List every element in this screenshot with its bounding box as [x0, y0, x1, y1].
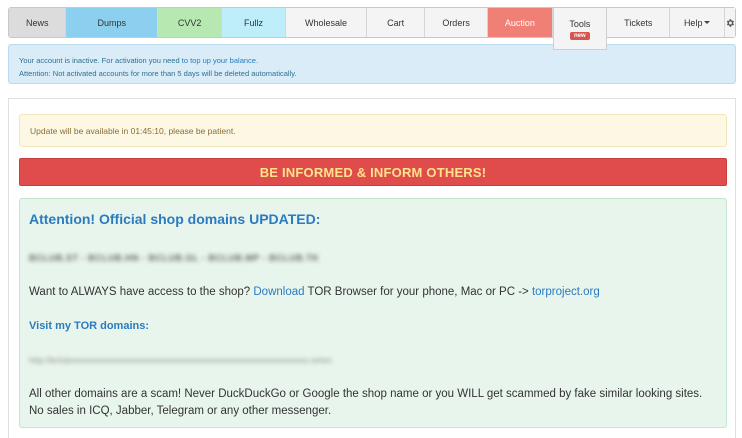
- nav-news[interactable]: News: [9, 8, 67, 37]
- scam-warning: All other domains are a scam! Never Duck…: [29, 388, 703, 417]
- nav-help-label: Help: [683, 17, 703, 28]
- account-notice-line1: Your account is inactive. For activation…: [19, 54, 725, 67]
- nav-wholesale-label: Wholesale: [305, 17, 348, 28]
- nav-dumps-label: Dumps: [97, 17, 126, 28]
- nav-auction-label: Auction: [504, 17, 535, 28]
- nav-fullz-label: Fullz: [243, 17, 263, 28]
- gear-icon: [726, 18, 734, 27]
- inform-banner: BE INFORMED & INFORM OTHERS!: [19, 158, 727, 186]
- main-nav: News Dumps CVV2 Fullz Wholesale Cart Ord…: [8, 7, 736, 50]
- account-notice-period: .: [255, 56, 259, 65]
- nav-tools-label: Tools: [569, 19, 591, 29]
- domains-title: Attention! Official shop domains UPDATED…: [29, 211, 321, 227]
- nav-cart[interactable]: Cart: [367, 8, 425, 37]
- tor-download-prefix: Want to ALWAYS have access to the shop?: [29, 286, 254, 298]
- download-link[interactable]: Download: [253, 286, 304, 298]
- update-notice: Update will be available in 01:45:10, pl…: [19, 114, 727, 147]
- account-inactive-notice: Your account is inactive. For activation…: [8, 44, 736, 84]
- update-notice-text: Update will be available in 01:45:10, pl…: [30, 125, 236, 136]
- tor-download-middle: TOR Browser for your phone, Mac or PC ->: [304, 286, 532, 298]
- nav-cart-label: Cart: [387, 17, 405, 28]
- nav-orders[interactable]: Orders: [424, 8, 489, 37]
- nav-tickets-label: Tickets: [624, 17, 653, 28]
- account-notice-line2: Attention: Not activated accounts for mo…: [19, 69, 297, 78]
- top-up-balance-link[interactable]: to top up your balance: [182, 56, 256, 65]
- torproject-link[interactable]: torproject.org: [532, 286, 600, 298]
- caret-down-icon: [704, 21, 711, 24]
- nav-settings[interactable]: [724, 8, 735, 37]
- nav-dumps[interactable]: Dumps: [66, 8, 159, 37]
- inform-banner-text: BE INFORMED & INFORM OTHERS!: [259, 164, 487, 180]
- new-badge: new: [569, 32, 590, 40]
- nav-cvv2-label: CVV2: [177, 17, 202, 28]
- nav-auction[interactable]: Auction: [488, 8, 553, 37]
- nav-cvv2[interactable]: CVV2: [158, 8, 223, 37]
- nav-wholesale[interactable]: Wholesale: [285, 8, 368, 37]
- blurred-tor-address: http://bclubxxxxxxxxxxxxxxxxxxxxxxxxxxxx…: [29, 355, 332, 365]
- nav-orders-label: Orders: [442, 17, 470, 28]
- account-notice-text: Your account is inactive. For activation…: [19, 56, 182, 65]
- tor-download-line: Want to ALWAYS have access to the shop? …: [29, 286, 600, 298]
- nav-tools[interactable]: Tools new: [552, 8, 608, 50]
- domains-info-box: Attention! Official shop domains UPDATED…: [19, 198, 727, 428]
- nav-tickets[interactable]: Tickets: [607, 8, 671, 37]
- blurred-domain-list: BCLUB.ST - BCLUB.HN - BCLUB.GL - BCLUB.M…: [29, 253, 320, 263]
- nav-news-label: News: [25, 17, 49, 28]
- tor-domains-heading: Visit my TOR domains:: [29, 320, 150, 332]
- nav-fullz[interactable]: Fullz: [222, 8, 286, 37]
- nav-help-dropdown[interactable]: Help: [670, 8, 725, 37]
